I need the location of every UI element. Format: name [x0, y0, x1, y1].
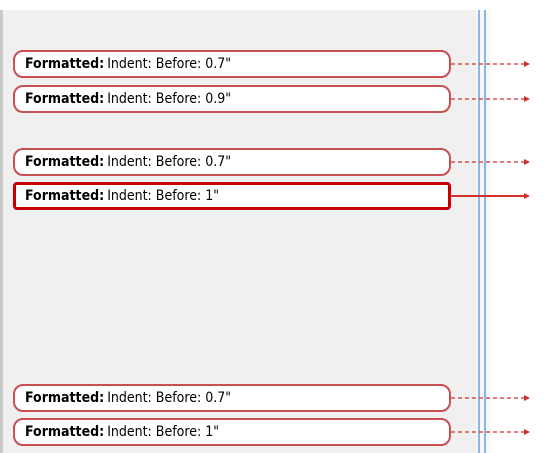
balloon-detail-text: Indent: Before: 0.9" [107, 91, 231, 107]
formatting-balloon-selected[interactable]: Formatted: Indent: Before: 1" [13, 182, 451, 210]
balloon-list: Formatted: Indent: Before: 0.7" Formatted… [0, 0, 546, 453]
balloon-type-label: Formatted: [25, 424, 105, 440]
balloon-detail-text: Indent: Before: 1" [107, 424, 219, 440]
balloon-detail-text: Indent: Before: 0.7" [107, 390, 231, 406]
formatting-balloon[interactable]: Formatted: Indent: Before: 0.7" [13, 148, 451, 176]
markup-window: Formatted: Indent: Before: 0.7" Formatted… [0, 0, 546, 453]
formatting-balloon[interactable]: Formatted: Indent: Before: 0.7" [13, 50, 451, 78]
balloon-type-label: Formatted: [25, 188, 105, 204]
balloon-type-label: Formatted: [25, 56, 105, 72]
balloon-detail-text: Indent: Before: 1" [107, 188, 219, 204]
balloon-type-label: Formatted: [25, 390, 105, 406]
balloon-type-label: Formatted: [25, 91, 105, 107]
balloon-detail-text: Indent: Before: 0.7" [107, 56, 231, 72]
formatting-balloon[interactable]: Formatted: Indent: Before: 0.7" [13, 384, 451, 412]
formatting-balloon[interactable]: Formatted: Indent: Before: 1" [13, 418, 451, 446]
formatting-balloon[interactable]: Formatted: Indent: Before: 0.9" [13, 85, 451, 113]
balloon-type-label: Formatted: [25, 154, 105, 170]
balloon-detail-text: Indent: Before: 0.7" [107, 154, 231, 170]
